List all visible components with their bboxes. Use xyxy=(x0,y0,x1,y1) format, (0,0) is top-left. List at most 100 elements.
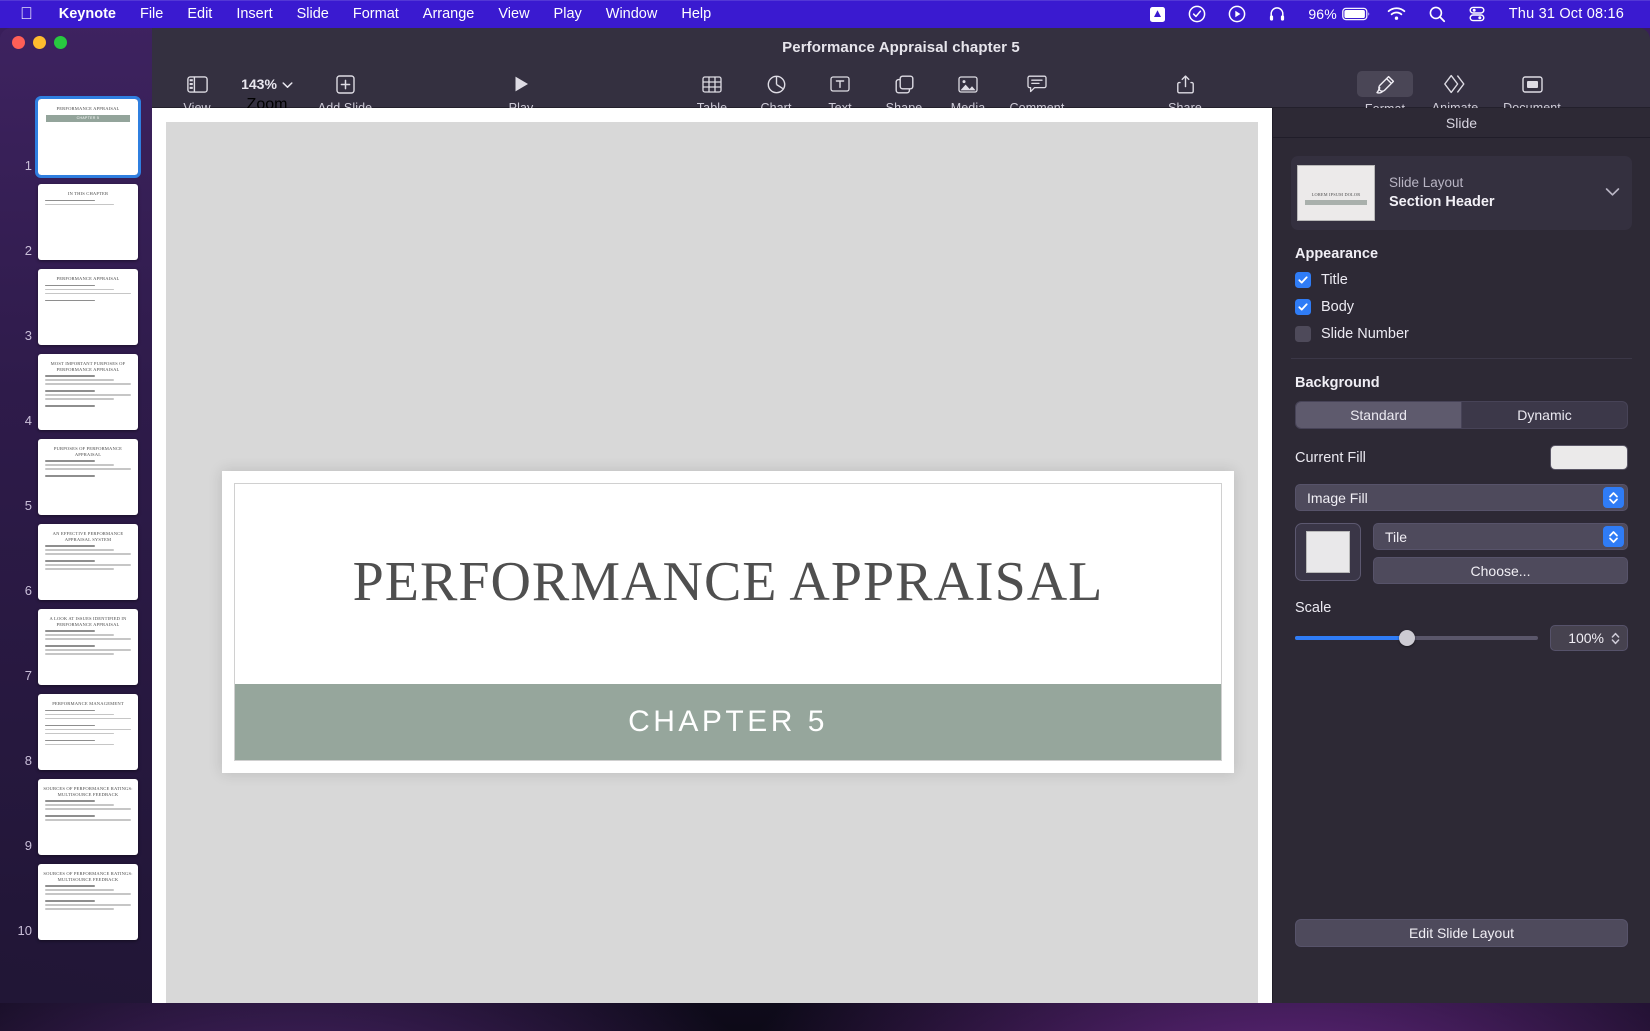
slide-canvas-area[interactable]: PERFORMANCE APPRAISAL CHAPTER 5 xyxy=(152,108,1272,1003)
segment-dynamic[interactable]: Dynamic xyxy=(1461,402,1627,428)
image-mode-dropdown[interactable]: Tile xyxy=(1373,523,1628,550)
stepper-icon[interactable] xyxy=(1603,526,1624,547)
checkbox-body[interactable] xyxy=(1295,299,1311,315)
current-fill-swatch[interactable] xyxy=(1550,445,1628,470)
slide-frame: PERFORMANCE APPRAISAL CHAPTER 5 xyxy=(234,483,1222,761)
background-section: Background Standard Dynamic Current Fill… xyxy=(1273,375,1650,651)
appearance-section: Appearance Title Body Slide Number xyxy=(1273,246,1650,342)
slide-thumbnail-6[interactable]: AN EFFECTIVE PERFORMANCE APPRAISAL SYSTE… xyxy=(38,524,138,600)
sidebar-view-icon xyxy=(186,72,208,96)
slide-thumb-line xyxy=(45,545,95,548)
slide-layout-thumbnail: LOREM IPSUM DOLOR xyxy=(1297,165,1375,221)
fill-type-dropdown[interactable]: Image Fill xyxy=(1295,484,1628,511)
slider-knob[interactable] xyxy=(1398,630,1415,646)
menu-file[interactable]: File xyxy=(128,6,175,22)
slide-layout-value: Section Header xyxy=(1389,193,1495,210)
slide-title-text[interactable]: PERFORMANCE APPRAISAL xyxy=(235,484,1221,684)
current-slide[interactable]: PERFORMANCE APPRAISAL CHAPTER 5 xyxy=(222,471,1234,773)
slide-layout-row[interactable]: LOREM IPSUM DOLOR Slide Layout Section H… xyxy=(1291,156,1632,230)
clock-label[interactable]: Thu 31 Oct 08:16 xyxy=(1497,6,1634,22)
zoom-button[interactable] xyxy=(54,36,67,49)
slide-subtitle-band[interactable]: CHAPTER 5 xyxy=(235,684,1221,760)
slide-number: 2 xyxy=(24,243,32,258)
slide-thumbnail-9[interactable]: SOURCES OF PERFORMANCE RATINGS: MULTISOU… xyxy=(38,779,138,855)
menu-insert[interactable]: Insert xyxy=(224,6,284,22)
menu-edit[interactable]: Edit xyxy=(175,6,224,22)
slide-thumbnail-7[interactable]: A LOOK AT ISSUES IDENTIFIED IN PERFORMAN… xyxy=(38,609,138,685)
slide-navigator-pane: 1 PERFORMANCE APPRAISAL CHAPTER 5 2 IN THIS … xyxy=(0,28,160,1003)
slide-thumb-line xyxy=(45,900,95,903)
slide-thumb-title: SOURCES OF PERFORMANCE RATINGS: MULTISOU… xyxy=(43,871,133,882)
slide-thumbnail-2[interactable]: IN THIS CHAPTER xyxy=(38,184,138,260)
menu-window[interactable]: Window xyxy=(594,6,670,22)
dropbox-icon[interactable] xyxy=(1138,0,1177,28)
slide-thumb-title: MOST IMPORTANT PURPOSES OF PERFORMANCE A… xyxy=(50,361,126,372)
slide-thumb-line xyxy=(45,383,131,386)
slide-thumb-body-lines xyxy=(43,375,133,407)
slide-thumb-line xyxy=(45,405,95,407)
slide-thumb-row: 9 SOURCES OF PERFORMANCE RATINGS: MULTISO… xyxy=(0,770,160,855)
appearance-checkbox-list: Title Body Slide Number xyxy=(1295,272,1628,342)
background-type-segmented-control[interactable]: Standard Dynamic xyxy=(1295,401,1628,429)
menu-slide[interactable]: Slide xyxy=(285,6,341,22)
menu-keynote[interactable]: Keynote xyxy=(47,6,128,22)
share-up-arrow-icon xyxy=(1176,72,1194,96)
menu-arrange[interactable]: Arrange xyxy=(411,6,487,22)
checkbox-slide-number[interactable] xyxy=(1295,326,1311,342)
slide-thumbnail-list[interactable]: 1 PERFORMANCE APPRAISAL CHAPTER 5 2 IN THIS … xyxy=(0,90,160,1003)
image-fill-preview[interactable] xyxy=(1295,523,1361,581)
slide-thumbnail-8[interactable]: PERFORMANCE MANAGEMENT xyxy=(38,694,138,770)
menu-format[interactable]: Format xyxy=(341,6,411,22)
checkbox-title[interactable] xyxy=(1295,272,1311,288)
checkmark-circle-icon[interactable] xyxy=(1177,0,1217,28)
appearance-row-title[interactable]: Title xyxy=(1295,272,1628,288)
scale-stepper-icon[interactable] xyxy=(1608,631,1623,646)
wifi-icon[interactable] xyxy=(1376,0,1417,28)
slide-thumbnail-1[interactable]: PERFORMANCE APPRAISAL CHAPTER 5 xyxy=(35,96,141,178)
slide-thumb-row: 5 PURPOSES OF PERFORMANCE APPRAISAL xyxy=(0,430,160,515)
slide-thumb-line xyxy=(45,564,131,566)
zoom-value-row[interactable]: 143% xyxy=(241,72,293,96)
scale-value-field[interactable]: 100% xyxy=(1550,625,1628,651)
apple-logo-icon[interactable]:  xyxy=(10,5,47,22)
slide-thumb-line xyxy=(45,713,114,716)
slide-thumb-title: AN EFFECTIVE PERFORMANCE APPRAISAL SYSTE… xyxy=(52,531,124,542)
edit-slide-layout-button[interactable]: Edit Slide Layout xyxy=(1295,919,1628,947)
slide-thumbnail-10[interactable]: SOURCES OF PERFORMANCE RATINGS: MULTISOU… xyxy=(38,864,138,940)
close-button[interactable] xyxy=(12,36,25,49)
document-icon xyxy=(1521,72,1543,96)
slide-thumbnail-3[interactable]: PERFORMANCE APPRAISAL xyxy=(38,269,138,345)
slide-number: 1 xyxy=(24,158,32,173)
minimize-button[interactable] xyxy=(33,36,46,49)
slide-thumbnail-5[interactable]: PURPOSES OF PERFORMANCE APPRAISAL xyxy=(38,439,138,515)
menu-view[interactable]: View xyxy=(486,6,541,22)
slide-thumb-line xyxy=(45,743,114,746)
scale-value: 100% xyxy=(1568,630,1604,646)
menu-play[interactable]: Play xyxy=(542,6,594,22)
stepper-icon[interactable] xyxy=(1603,487,1624,508)
slide-thumb-line xyxy=(45,299,95,302)
slide-thumb-line xyxy=(45,568,114,570)
slide-thumbnail-4[interactable]: MOST IMPORTANT PURPOSES OF PERFORMANCE A… xyxy=(38,354,138,430)
slide-thumb-row: 2 IN THIS CHAPTER xyxy=(0,175,160,260)
menu-bar-status-area: 96% Thu 31 Oct 08:16 xyxy=(1138,0,1640,28)
appearance-row-slide-number[interactable]: Slide Number xyxy=(1295,326,1628,342)
appearance-row-body[interactable]: Body xyxy=(1295,299,1628,315)
control-center-icon[interactable] xyxy=(1457,0,1497,28)
choose-image-button[interactable]: Choose... xyxy=(1373,557,1628,584)
play-circle-icon[interactable] xyxy=(1217,0,1257,28)
search-icon[interactable] xyxy=(1417,0,1457,28)
slide-thumb-title: PERFORMANCE APPRAISAL xyxy=(56,276,120,281)
slide-thumb-line xyxy=(45,560,95,563)
slide-thumb-body-lines xyxy=(43,284,133,302)
battery-icon[interactable] xyxy=(1341,0,1376,28)
slide-thumb-line xyxy=(45,653,114,655)
slide-thumb-line xyxy=(45,390,95,393)
menu-help[interactable]: Help xyxy=(669,6,723,22)
background-heading: Background xyxy=(1295,375,1380,391)
chevron-down-icon[interactable] xyxy=(1605,184,1620,202)
segment-standard[interactable]: Standard xyxy=(1296,402,1461,428)
headphones-icon[interactable] xyxy=(1257,0,1297,28)
slide-thumb-row: 6 AN EFFECTIVE PERFORMANCE APPRAISAL SYST… xyxy=(0,515,160,600)
scale-slider[interactable] xyxy=(1295,629,1538,647)
